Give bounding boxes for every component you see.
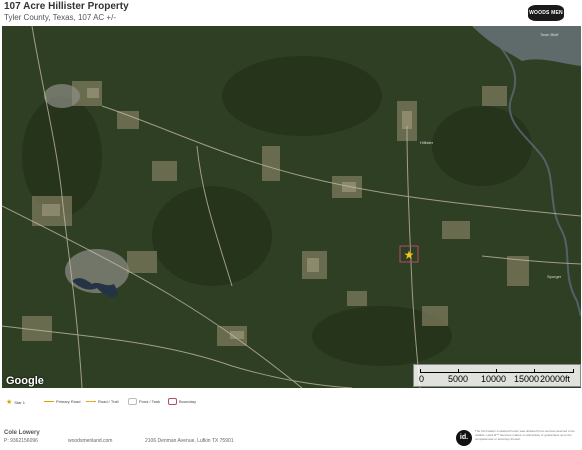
star-icon[interactable]: ★: [404, 248, 415, 262]
google-attribution: Google: [6, 375, 44, 387]
primary-road-icon: [44, 401, 54, 403]
boundary-icon: [168, 398, 177, 406]
website-link[interactable]: woodsmenland.com: [68, 438, 112, 444]
scale-tick: [496, 369, 497, 373]
legend-item-road-trail: Road / Trail: [86, 398, 118, 406]
pond-tank-icon: [128, 398, 137, 406]
place-label-hillister: Hillister: [420, 140, 434, 145]
legend-label: Road / Trail: [98, 399, 119, 404]
scale-bar: 0 5000 10000 15000 20000ft: [413, 364, 581, 387]
map-legend: ★ Star 1 Primary Road Road / Trail Pond /…: [0, 394, 582, 410]
disclaimer-text: The information contained herein was obt…: [475, 429, 575, 441]
agent-phone: P: 9362156096: [4, 438, 38, 444]
legend-label: Boundary: [179, 399, 197, 404]
scale-tick: [534, 369, 535, 373]
scale-label: 10000: [481, 374, 507, 384]
map-imagery: ★ Hillister Town Bluff Spurger: [2, 26, 581, 388]
agent-name: Cole Lowery: [4, 430, 40, 436]
scale-label: 0: [419, 374, 425, 384]
legend-label: Pond / Tank: [139, 399, 161, 404]
star-icon: ★: [6, 398, 13, 406]
legend-item-boundary: Boundary: [168, 398, 196, 406]
office-address: 2106 Denman Avenue, Lufkin TX 75901: [145, 438, 234, 444]
page-title: 107 Acre Hillister Property: [4, 1, 129, 12]
land-id-logo: id.: [456, 430, 472, 446]
legend-item-pond-tank: Pond / Tank: [128, 398, 160, 406]
scale-label: 5000: [448, 374, 469, 384]
legend-label: Star 1: [14, 400, 25, 405]
footer: Cole Lowery P: 9362156096 woodsmenland.c…: [0, 425, 582, 450]
place-label-spurger: Spurger: [547, 274, 562, 279]
satellite-map[interactable]: ★ Hillister Town Bluff Spurger Google 0 …: [2, 26, 581, 388]
header: 107 Acre Hillister Property Tyler County…: [0, 0, 582, 32]
place-label-town-bluff: Town Bluff: [540, 32, 559, 37]
scale-label: 15000: [514, 374, 540, 384]
legend-item-primary-road: Primary Road: [44, 398, 80, 406]
brand-logo: WOODS MEN REALTY: [528, 5, 564, 32]
legend-item-star: ★ Star 1: [6, 398, 25, 406]
scale-bar-line: [420, 369, 574, 373]
road-trail-icon: [86, 401, 96, 403]
page-subtitle: Tyler County, Texas, 107 AC +/-: [4, 13, 116, 22]
legend-label: Primary Road: [56, 399, 81, 404]
scale-label: 20000ft: [540, 374, 571, 384]
scale-tick: [458, 369, 459, 373]
